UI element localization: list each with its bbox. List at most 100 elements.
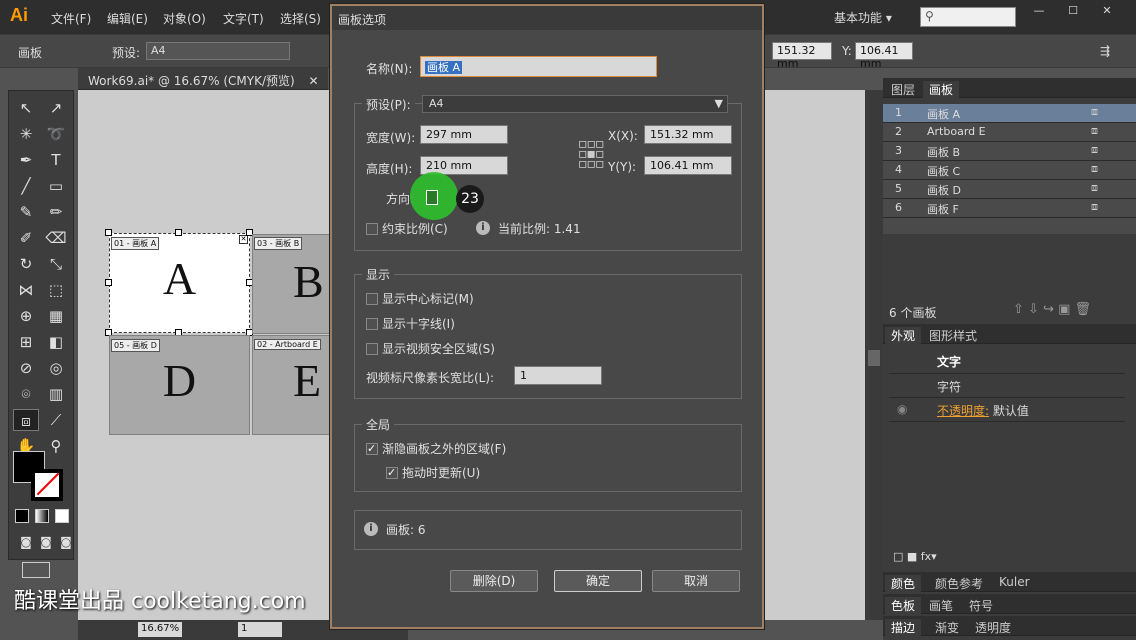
tab-stroke[interactable]: 描边 [885, 619, 922, 636]
fade-checkbox[interactable] [366, 442, 378, 455]
artboard-list-item[interactable]: 1 画板 A ⧈ [883, 104, 1136, 123]
search-input[interactable]: ⚲ [920, 7, 1016, 27]
color-mode-icon[interactable] [15, 509, 29, 523]
eye-icon[interactable]: ◉ [897, 402, 907, 416]
artboard-list-item[interactable]: 5 画板 D ⧈ [883, 180, 1136, 199]
tab-swatches[interactable]: 色板 [885, 597, 922, 614]
paintbrush-tool-icon[interactable]: ✎ [13, 201, 39, 223]
mesh-tool-icon[interactable]: ⊞ [13, 331, 39, 353]
line-tool-icon[interactable]: ╱ [13, 175, 39, 197]
menu-select[interactable]: 选择(S) [280, 10, 321, 27]
tab-symbols[interactable]: 符号 [969, 597, 993, 614]
name-field[interactable]: 画板 A [420, 56, 657, 77]
artboard-close-icon[interactable]: ✕ [239, 235, 248, 244]
artboard-list-item[interactable]: 3 画板 B ⧈ [883, 142, 1136, 161]
video-ratio-field[interactable]: 1 [514, 366, 602, 385]
preset-dropdown[interactable]: A4 [146, 42, 290, 60]
menu-object[interactable]: 对象(O) [163, 10, 206, 27]
tab-color[interactable]: 颜色 [885, 575, 922, 592]
scale-tool-icon[interactable]: ⤡ [43, 253, 69, 275]
resize-handle-t[interactable] [175, 229, 182, 236]
zoom-tool-icon[interactable]: ⚲ [43, 435, 69, 457]
artboard-list-item[interactable]: 4 画板 C ⧈ [883, 161, 1136, 180]
x-field[interactable]: 151.32 mm [644, 125, 732, 144]
artboard-options-icon[interactable]: ⧈ [1091, 162, 1098, 176]
lasso-tool-icon[interactable]: ➰ [43, 123, 69, 145]
resize-handle-tl[interactable] [105, 229, 112, 236]
rectangle-tool-icon[interactable]: ▭ [43, 175, 69, 197]
perspective-grid-tool-icon[interactable]: ▦ [43, 305, 69, 327]
magic-wand-tool-icon[interactable]: ✳ [13, 123, 39, 145]
tab-color-guide[interactable]: 颜色参考 [935, 575, 983, 592]
symbol-sprayer-tool-icon[interactable]: ⌾ [13, 383, 39, 405]
shape-builder-tool-icon[interactable]: ⊕ [13, 305, 39, 327]
delete-button[interactable]: 删除(D) [450, 570, 538, 592]
selection-tool-icon[interactable]: ↖ [13, 97, 39, 119]
artboard-tool-icon[interactable]: ⧈ [13, 409, 39, 431]
show-video-checkbox[interactable] [366, 343, 378, 355]
tab-brushes[interactable]: 画笔 [929, 597, 953, 614]
direct-selection-tool-icon[interactable]: ↗ [43, 97, 69, 119]
cancel-button[interactable]: 取消 [652, 570, 740, 592]
blend-tool-icon[interactable]: ◎ [43, 357, 69, 379]
close-tab-icon[interactable]: ✕ [309, 74, 319, 88]
draw-inside-icon[interactable]: ◙ [53, 531, 79, 553]
width-tool-icon[interactable]: ⋈ [13, 279, 39, 301]
workspace-switcher[interactable]: 基本功能 ▾ [834, 9, 892, 26]
artboard-options-icon[interactable]: ⧈ [1091, 181, 1098, 195]
tab-graphic-styles[interactable]: 图形样式 [929, 327, 977, 344]
ok-button[interactable]: 确定 [554, 570, 642, 592]
show-center-checkbox[interactable] [366, 293, 378, 305]
artboard-options-icon[interactable]: ⧈ [1091, 200, 1098, 214]
portrait-icon[interactable] [426, 190, 438, 205]
column-graph-tool-icon[interactable]: ▥ [43, 383, 69, 405]
y-field[interactable]: 106.41 mm [644, 156, 732, 175]
free-transform-tool-icon[interactable]: ⬚ [43, 279, 69, 301]
slice-tool-icon[interactable]: ⟋ [43, 409, 69, 431]
none-mode-icon[interactable] [55, 509, 69, 523]
tab-kuler[interactable]: Kuler [999, 575, 1030, 589]
appearance-char-row[interactable]: 字符 [889, 374, 1125, 398]
tab-transparency[interactable]: 透明度 [975, 619, 1011, 636]
appearance-opacity-row[interactable]: 不透明度: 默认值 [889, 398, 1125, 422]
menu-edit[interactable]: 编辑(E) [107, 10, 148, 27]
opacity-link[interactable]: 不透明度: [937, 404, 989, 418]
reference-point-icon[interactable]: ▫▫▫ ▫▪▫ ▫▫▫ [578, 137, 604, 171]
resize-handle-l[interactable] [105, 279, 112, 286]
tab-appearance[interactable]: 外观 [885, 327, 922, 344]
x-field[interactable]: 151.32 mm [772, 42, 832, 70]
artboard-list-item[interactable]: 2 Artboard E ⧈ [883, 123, 1136, 142]
tab-gradient[interactable]: 渐变 [935, 619, 959, 636]
appearance-type-row[interactable]: 文字 [889, 350, 1125, 374]
type-tool-icon[interactable]: T [43, 149, 69, 171]
pencil-tool-icon[interactable]: ✏ [43, 201, 69, 223]
constrain-checkbox[interactable] [366, 223, 378, 235]
menu-type[interactable]: 文字(T) [223, 10, 264, 27]
document-tab[interactable]: Work69.ai* @ 16.67% (CMYK/预览) ✕ [88, 72, 319, 89]
maximize-button[interactable]: ☐ [1058, 4, 1088, 20]
artboard-options-icon[interactable]: ⧈ [1091, 105, 1098, 119]
page-field[interactable]: 1 [238, 622, 282, 637]
menu-file[interactable]: 文件(F) [51, 10, 91, 27]
gradient-mode-icon[interactable] [35, 509, 49, 523]
minimize-button[interactable]: — [1024, 4, 1054, 20]
artboard-e[interactable]: E [252, 335, 332, 435]
screen-mode-icon[interactable] [22, 562, 50, 578]
close-window-button[interactable]: ✕ [1092, 4, 1122, 20]
show-cross-checkbox[interactable] [366, 318, 378, 330]
gradient-tool-icon[interactable]: ◧ [43, 331, 69, 353]
eraser-tool-icon[interactable]: ⌫ [43, 227, 69, 249]
stroke-color-swatch[interactable] [31, 469, 63, 501]
tab-artboards[interactable]: 画板 [923, 81, 960, 98]
pen-tool-icon[interactable]: ✒ [13, 149, 39, 171]
update-drag-checkbox[interactable] [386, 466, 398, 479]
width-field[interactable]: 297 mm [420, 125, 508, 144]
preset-select[interactable]: A4 ▼ [422, 95, 728, 113]
eyedropper-tool-icon[interactable]: ⊘ [13, 357, 39, 379]
rotate-tool-icon[interactable]: ↻ [13, 253, 39, 275]
vertical-scrollbar[interactable] [865, 90, 883, 620]
blob-brush-tool-icon[interactable]: ✐ [13, 227, 39, 249]
tab-layers[interactable]: 图层 [891, 81, 915, 98]
artboard-list-item[interactable]: 6 画板 F ⧈ [883, 199, 1136, 218]
artboard-options-icon[interactable]: ⧈ [1091, 143, 1098, 157]
